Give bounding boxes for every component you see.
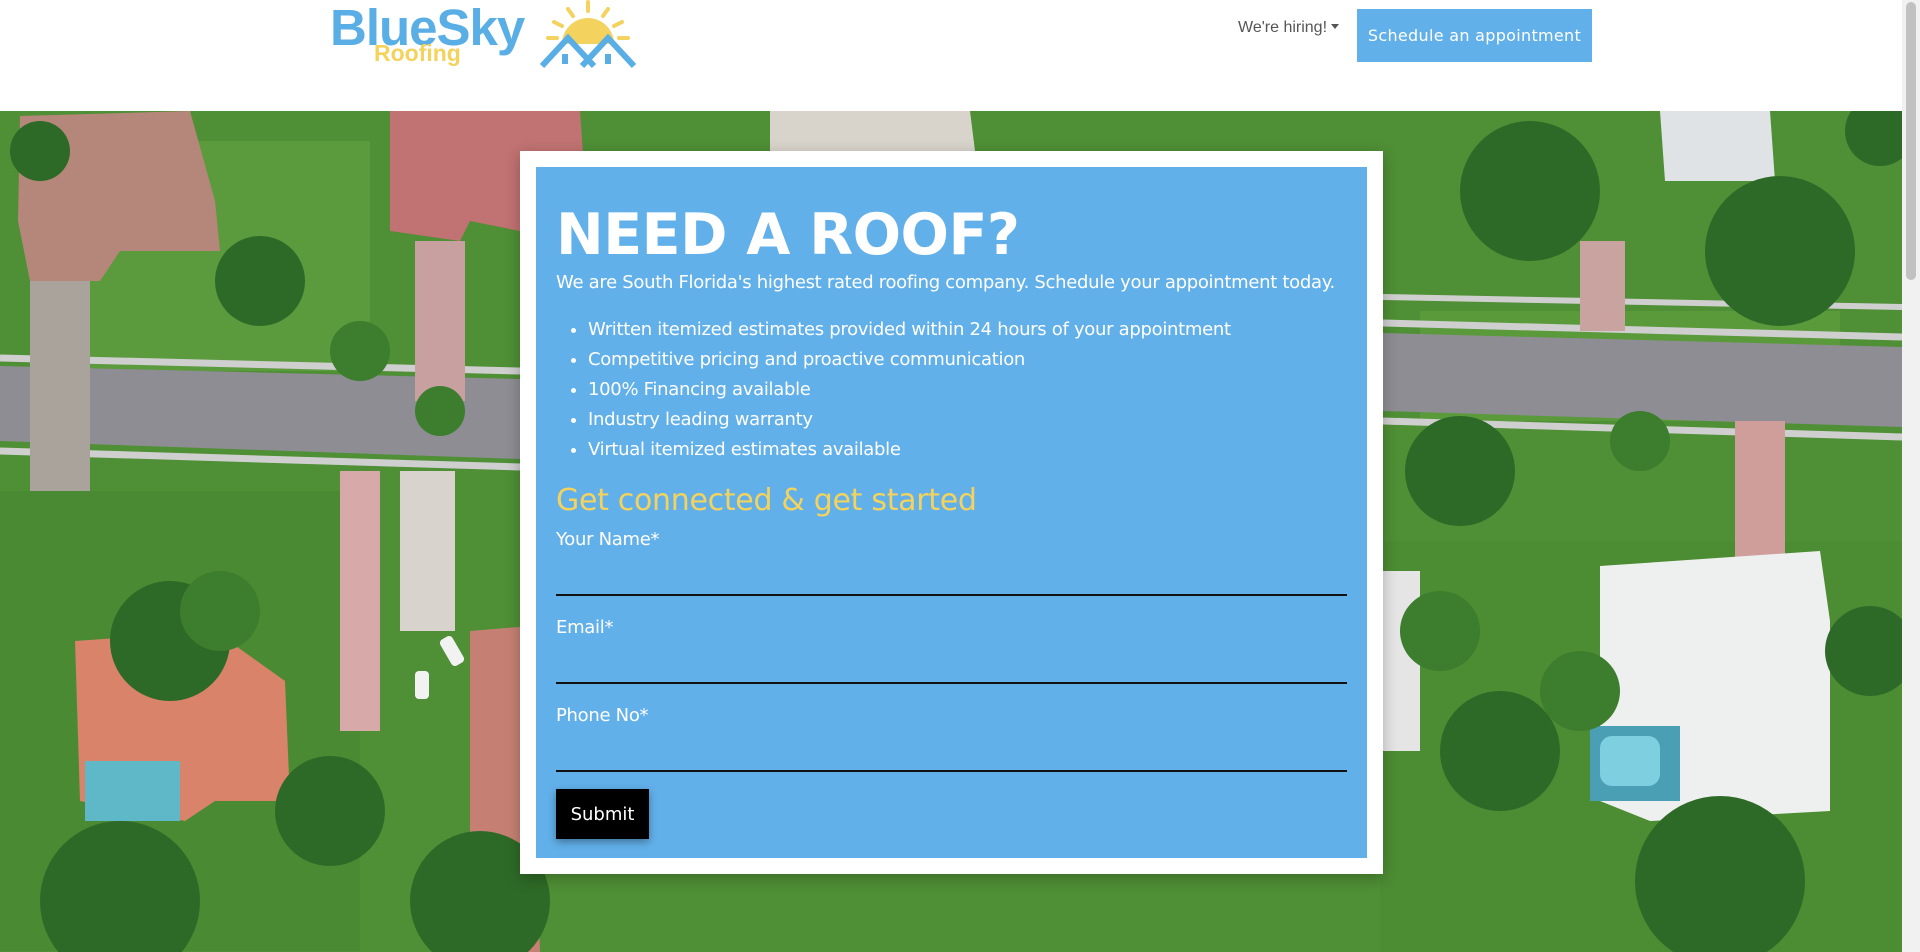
email-field-group: Email* [556,617,1347,684]
phone-field-group: Phone No* [556,705,1347,772]
site-header: BlueSky Roofing We're hiring! Schedule a… [0,0,1902,111]
benefit-item: Written itemized estimates provided with… [588,315,1231,345]
scrollbar-thumb[interactable] [1906,2,1916,280]
sun-over-house-icon [539,0,637,69]
benefit-item: Competitive pricing and proactive commun… [588,345,1231,375]
phone-input[interactable] [556,738,1347,772]
benefits-list: Written itemized estimates provided with… [556,315,1231,465]
benefit-item: Industry leading warranty [588,405,1231,435]
email-input[interactable] [556,650,1347,684]
benefit-item: 100% Financing available [588,375,1231,405]
brand-tagline: Roofing [374,40,461,66]
page: BlueSky Roofing We're hiring! Schedule a… [0,0,1920,952]
caret-down-icon [1331,24,1340,29]
lead-form-card: NEED A ROOF? We are South Florida's high… [520,151,1383,874]
hero-headline: NEED A ROOF? [556,202,1020,268]
hero-intro: We are South Florida's highest rated roo… [556,272,1335,293]
schedule-appointment-button[interactable]: Schedule an appointment [1357,9,1592,62]
careers-dropdown-label: We're hiring! [1238,19,1328,36]
benefit-item: Virtual itemized estimates available [588,435,1231,465]
name-field-group: Your Name* [556,529,1347,596]
lead-form-panel: NEED A ROOF? We are South Florida's high… [536,167,1367,858]
page-scrollbar[interactable] [1902,0,1920,952]
name-input[interactable] [556,562,1347,596]
phone-label: Phone No* [556,705,649,726]
name-label: Your Name* [556,529,660,550]
submit-button[interactable]: Submit [556,789,649,839]
email-label: Email* [556,617,614,638]
careers-dropdown[interactable]: We're hiring! [1238,19,1340,37]
form-title: Get connected & get started [556,483,977,518]
hero-section: NEED A ROOF? We are South Florida's high… [0,111,1902,952]
brand-logo[interactable]: BlueSky Roofing [328,0,638,74]
